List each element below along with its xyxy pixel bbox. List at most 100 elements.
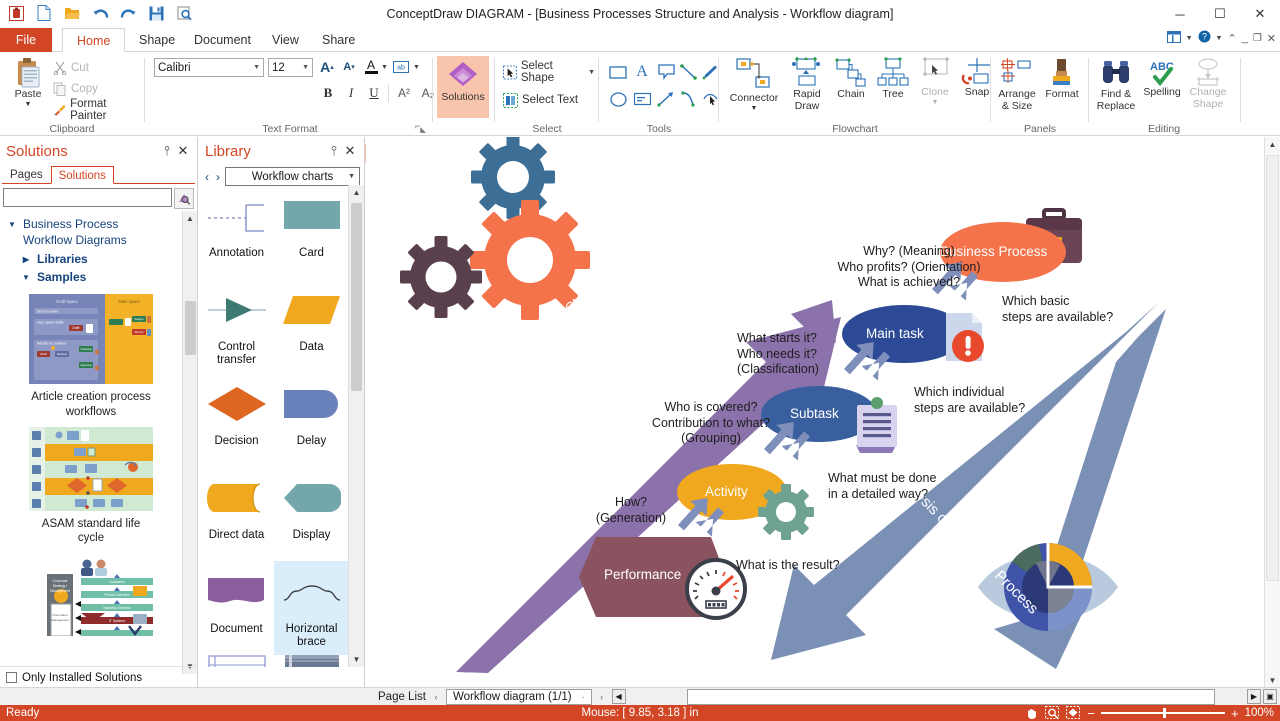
field-tool-icon[interactable] [630,87,654,111]
clone-chevron-icon[interactable]: ▼ [932,99,939,107]
zoom-slider-knob[interactable] [1162,708,1166,718]
library-shape-internal-storage[interactable] [199,655,274,667]
underline-button[interactable]: U [364,83,384,103]
print-preview-icon[interactable] [174,3,194,23]
canvas-vertical-scrollbar[interactable]: ▲ ▼ [1264,137,1280,688]
fit-shape-icon[interactable] [1066,706,1081,720]
shrink-font-button[interactable]: A ▾ [338,57,360,77]
open-folder-icon[interactable] [62,3,82,23]
tab-restore-icon[interactable]: ❐ [1253,33,1262,44]
paste-button[interactable]: Paste ▼ [6,57,50,109]
callout-tool-icon[interactable] [654,60,678,84]
ribbon-display-chevron-icon[interactable]: ▼ [1186,35,1193,42]
highlight-chevron-icon[interactable]: ▼ [413,64,420,71]
redo-icon[interactable] [118,3,138,23]
library-next-button[interactable]: › [214,170,222,184]
library-shape-control-transfer[interactable]: Control transfer [199,279,274,373]
app-menu-icon[interactable] [6,3,26,23]
select-shape-button[interactable]: Select Shape ▼ [500,60,598,84]
maximize-button[interactable]: ☐ [1200,0,1240,28]
clone-button[interactable]: Clone ▼ [914,57,956,107]
hand-tool-icon[interactable] [1025,706,1039,720]
solutions-pin-icon[interactable]: ⫯ [159,142,175,160]
library-selector[interactable]: Workflow charts ▼ [225,167,360,186]
zoom-select-icon[interactable] [1045,706,1060,720]
new-document-icon[interactable] [34,3,54,23]
copy-button[interactable]: Copy [50,79,101,99]
tree-expander-expanded-icon[interactable]: ▼ [20,270,32,282]
tab-minimize-icon[interactable]: _ [1242,32,1248,44]
sample-thumbnail-asam[interactable]: ASAM standard life cycle [29,426,153,546]
superscript-button[interactable]: A² [394,83,414,103]
zoom-out-button[interactable]: − [1087,706,1095,721]
change-shape-button[interactable]: Change Shape [1184,57,1232,111]
tree-node-business-process[interactable]: ▼ Business Process Workflow Diagrams [0,211,182,250]
bold-button[interactable]: B [318,83,338,103]
highlight-button[interactable]: ab [391,57,411,77]
page-new-button[interactable]: ▣ [1263,689,1277,704]
page-next-button[interactable]: › [595,689,609,704]
save-icon[interactable] [146,3,166,23]
select-shape-chevron-icon[interactable]: ▼ [588,69,595,76]
library-shape-display[interactable]: Display [274,467,349,561]
ribbon-display-options-icon[interactable] [1166,30,1181,46]
canvas-scroll-down-arrow[interactable]: ▼ [1265,673,1280,688]
font-color-button[interactable]: A [362,57,380,77]
page-tab-workflow-diagram[interactable]: Workflow diagram (1/1) · [445,688,592,705]
page-prev-button[interactable]: ‹ [429,689,443,704]
canvas-scroll-up-arrow[interactable]: ▲ [1265,137,1280,152]
library-shape-horizontal-brace[interactable]: Horizontal brace [274,561,349,655]
rapid-draw-button[interactable]: Rapid Draw [786,57,828,113]
tab-solutions[interactable]: Solutions [50,166,114,184]
ellipse-tool-icon[interactable] [606,87,630,111]
format-button[interactable]: Format [1040,57,1084,101]
library-shape-direct-data[interactable]: Direct data [199,467,274,561]
font-color-chevron-icon[interactable]: ▼ [381,64,388,71]
tab-document[interactable]: Document [180,28,265,52]
find-replace-button[interactable]: Find & Replace [1092,57,1140,113]
page-bar-field[interactable] [686,688,1215,705]
tab-pages[interactable]: Pages [2,165,51,183]
sample-thumbnail-article[interactable]: Draft space Main space Direct to main Us… [29,294,153,419]
solutions-scrollbar[interactable]: ▲ ▼ [182,211,197,674]
solutions-button[interactable]: Solutions [437,56,489,118]
library-prev-button[interactable]: ‹ [203,170,211,184]
help-icon[interactable]: ? [1198,30,1211,46]
library-shape-loop-limit[interactable] [274,655,349,667]
format-painter-button[interactable]: Format Painter [50,98,144,122]
library-scroll-down-arrow[interactable]: ▼ [349,652,364,667]
tab-close-icon[interactable]: ✕ [1267,32,1276,45]
italic-button[interactable]: I [341,83,361,103]
library-shape-decision[interactable]: Decision [199,373,274,467]
library-pin-icon[interactable]: ⫯ [326,142,342,160]
connector-button[interactable]: Connector ▼ [724,57,784,113]
canvas-area[interactable]: Structure of Business Process Analysis o… [366,137,1280,688]
curve-tool-icon[interactable] [678,87,700,111]
library-scroll-up-arrow[interactable]: ▲ [349,185,364,200]
library-scroll-thumb[interactable] [351,203,362,391]
rectangle-tool-icon[interactable] [606,60,630,84]
minimize-button[interactable]: ─ [1160,0,1200,28]
tab-view[interactable]: View [258,28,313,52]
diagram-canvas[interactable]: Structure of Business Process Analysis o… [366,137,1258,673]
library-shape-delay[interactable]: Delay [274,373,349,467]
library-shape-data[interactable]: Data [274,279,349,373]
library-close-icon[interactable]: ✕ [342,142,358,160]
sample-thumbnail-third[interactable]: Corporate Strategy / Management Informat… [29,556,153,639]
solutions-scroll-thumb[interactable] [185,301,196,355]
tree-node-libraries[interactable]: ▶ Libraries [0,250,182,268]
select-text-button[interactable]: Select Text [500,90,581,110]
collapse-ribbon-icon[interactable]: ⌃ [1227,32,1236,45]
spelling-button[interactable]: ABC Spelling [1140,57,1184,99]
tab-share[interactable]: Share [308,28,369,52]
solutions-search-input[interactable] [3,188,172,207]
solutions-close-icon[interactable]: ✕ [175,142,191,160]
tree-expander-collapsed-icon[interactable]: ▶ [20,252,32,264]
only-installed-checkbox[interactable] [6,672,17,683]
arrange-size-button[interactable]: Arrange & Size [994,57,1040,113]
paste-chevron-icon[interactable]: ▼ [25,101,32,109]
tab-file[interactable]: File [0,28,52,52]
solutions-search-button[interactable] [174,188,194,209]
cut-button[interactable]: Cut [50,58,92,78]
library-shape-annotation[interactable]: Annotation [199,185,274,279]
